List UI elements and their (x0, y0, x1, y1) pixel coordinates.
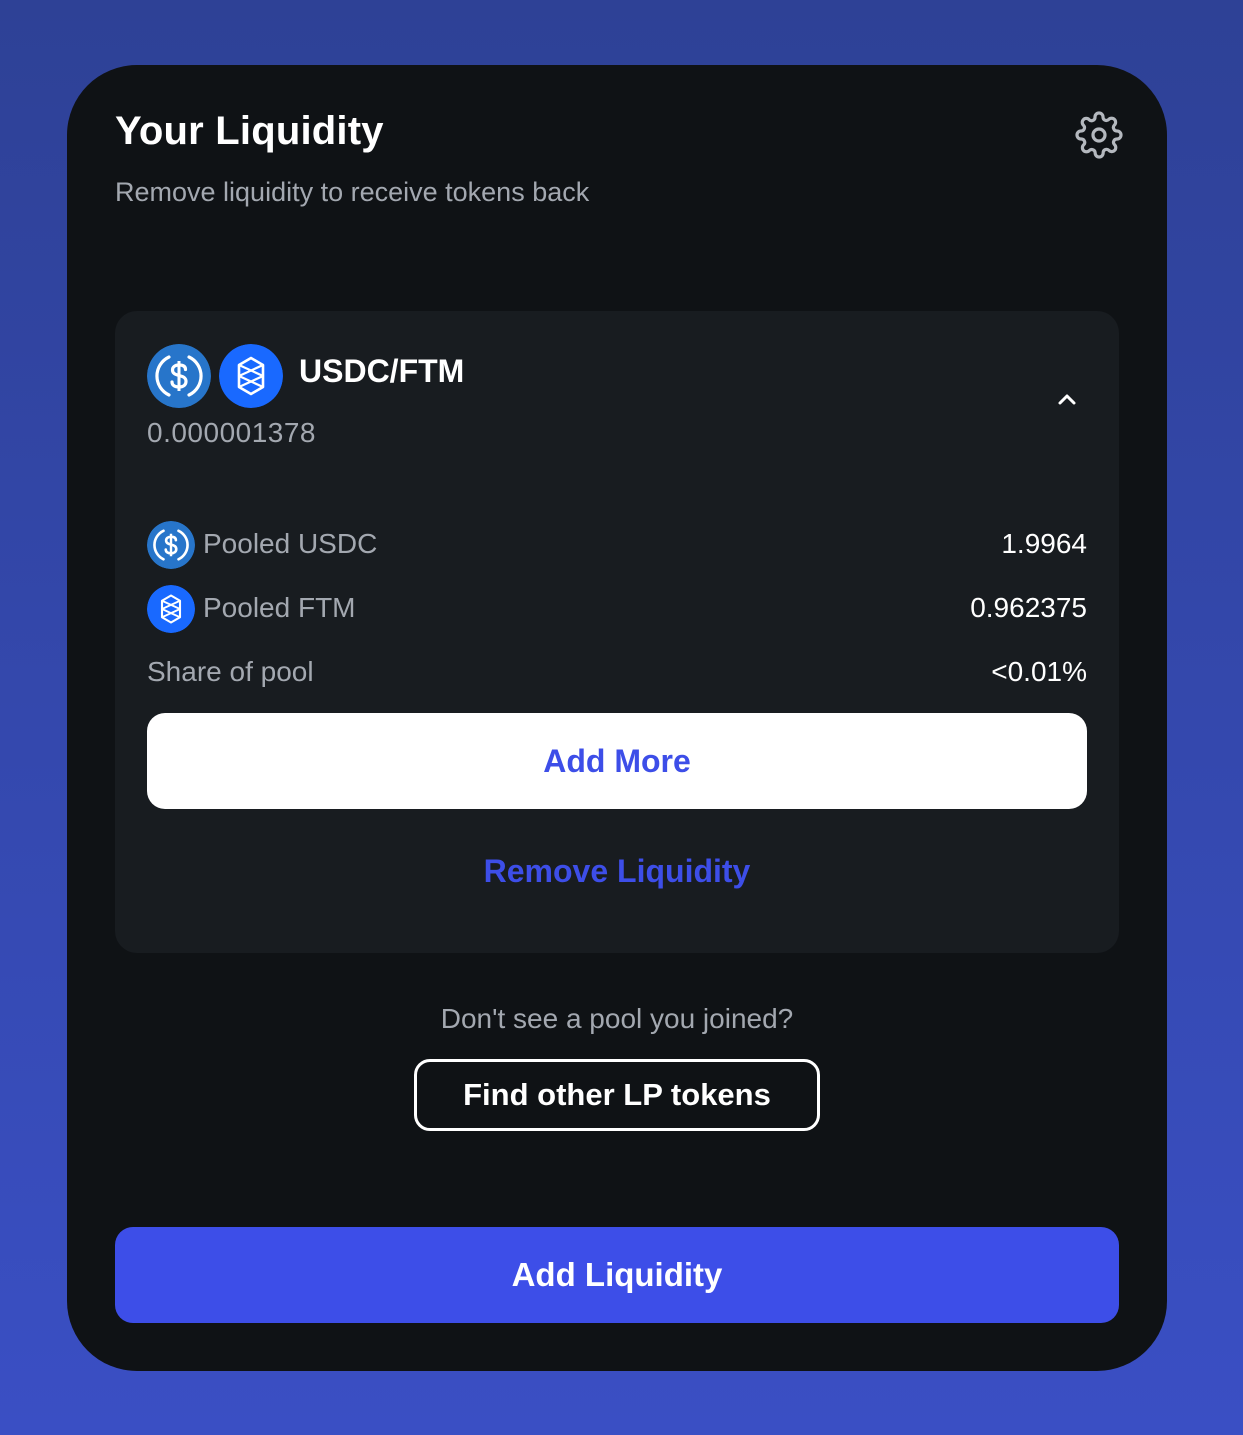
pooled-ftm-value: 0.962375 (970, 592, 1087, 623)
ftm-icon (147, 585, 195, 633)
chevron-up-icon[interactable] (1051, 383, 1083, 415)
pooled-ftm-label: Pooled FTM (203, 592, 356, 623)
missing-pool-hint: Don't see a pool you joined? (440, 1003, 794, 1034)
page-subtitle: Remove liquidity to receive tokens back (115, 177, 590, 207)
share-of-pool-value: <0.01% (991, 656, 1087, 687)
usdc-icon (147, 521, 195, 569)
pool-position-card: USDC/FTM 0.000001378 Pooled USDC 1.9964 … (115, 311, 1119, 953)
page-title: Your Liquidity (115, 109, 384, 153)
pooled-usdc-label: Pooled USDC (203, 528, 378, 559)
ftm-icon (219, 344, 283, 408)
liquidity-card: Your Liquidity Remove liquidity to recei… (67, 65, 1167, 1371)
usdc-icon (147, 344, 211, 408)
pooled-usdc-value: 1.9964 (1001, 528, 1087, 559)
remove-liquidity-button[interactable]: Remove Liquidity (147, 841, 1087, 901)
add-more-button[interactable]: Add More (147, 713, 1087, 809)
find-lp-tokens-button[interactable]: Find other LP tokens (414, 1059, 820, 1131)
add-liquidity-button[interactable]: Add Liquidity (115, 1227, 1119, 1323)
pool-pair-name: USDC/FTM (299, 353, 465, 389)
gear-icon[interactable] (1075, 111, 1123, 159)
lp-balance: 0.000001378 (147, 417, 317, 448)
share-of-pool-label: Share of pool (147, 656, 314, 687)
